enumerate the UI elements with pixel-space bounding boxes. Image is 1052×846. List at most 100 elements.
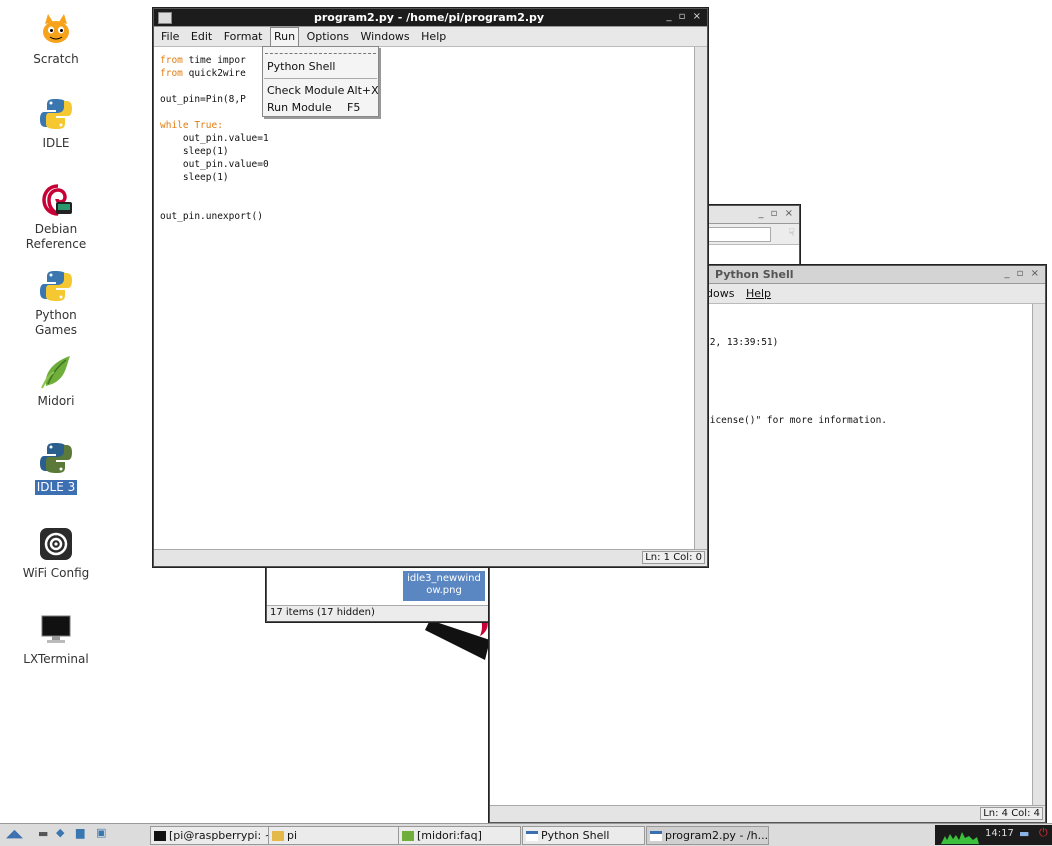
taskbar-button-midori[interactable]: [midori:faq] (398, 826, 521, 845)
menu-item-python-shell[interactable]: Python Shell (263, 58, 378, 75)
menu-item-run-module[interactable]: Run Module F5 (263, 99, 378, 116)
editor-scrollbar[interactable] (694, 47, 707, 549)
browser-window[interactable]: _ ▫ × ☟ (700, 205, 800, 269)
minimize-all-icon[interactable]: ▬ (38, 827, 48, 840)
cursor-position: Ln: 4 Col: 4 (980, 807, 1043, 820)
window-controls[interactable]: _ ▫ × (758, 208, 795, 219)
editor-statusbar: Ln: 1 Col: 0 (154, 549, 707, 566)
file-manager-window[interactable]: idle3_newwind ow.png 17 items (17 hidden) (266, 560, 492, 622)
folder-icon[interactable]: ▆ (76, 826, 84, 839)
desktop-icon-idle-3[interactable]: IDLE 3 (16, 440, 96, 495)
code-line: sleep(1) (160, 145, 269, 158)
menu-options[interactable]: Options (303, 27, 353, 46)
code-text: out_pin.unexport() (160, 211, 263, 222)
desktop-icon-wifi-config[interactable]: WiFi Config (16, 526, 96, 581)
taskbar-button-label: [pi@raspberrypi: ~] (169, 829, 269, 842)
code-keyword: from (160, 68, 183, 79)
menu-help[interactable]: Help (742, 284, 775, 303)
menu-run[interactable]: Run (270, 27, 300, 46)
tear-off-line[interactable] (265, 47, 376, 54)
menu-item-label: Check Module (267, 84, 345, 97)
browser-toolbar: ☟ (701, 224, 799, 245)
address-bar[interactable] (705, 227, 771, 242)
menu-item-check-module[interactable]: Check Module Alt+X (263, 82, 379, 99)
window-controls[interactable]: _ ▫ × (1004, 268, 1041, 279)
python-icon (38, 96, 74, 132)
desktop-icon-label: Scratch (33, 52, 79, 66)
desktop-icon-debian-reference[interactable]: Debian Reference (16, 182, 96, 252)
desktop-icon-label: Python Games (16, 308, 96, 338)
desktop-icon-midori[interactable]: Midori (16, 354, 96, 409)
desktop-icon-label: IDLE (42, 136, 70, 150)
code-text: out_pin.value=1 (160, 133, 269, 144)
cpu-monitor-icon (941, 832, 979, 844)
desktop-icon-lxterminal[interactable]: LXTerminal (16, 612, 96, 667)
code-line: out_pin=Pin(8,P (160, 93, 269, 106)
editor-window[interactable]: program2.py - /home/pi/program2.py _ ▫ ×… (153, 8, 708, 567)
code-text: time impor (182, 55, 246, 66)
midori-icon (402, 831, 414, 841)
file-manager-statusbar: 17 items (17 hidden) (267, 605, 491, 621)
file-manager-launcher-icon[interactable]: ◆ (56, 826, 64, 839)
desktop-icon-idle[interactable]: IDLE (16, 96, 96, 151)
menu-format[interactable]: Format (220, 27, 267, 46)
browser-titlebar[interactable]: _ ▫ × (701, 206, 799, 224)
code-keyword: while True: (160, 120, 223, 131)
desktop-switch-icon[interactable]: ▣ (96, 826, 106, 839)
desktop: { "desktop": { "icons": [ {"label": "Scr… (0, 0, 1052, 846)
shell-scrollbar[interactable] (1032, 304, 1045, 805)
debian-icon (38, 182, 74, 218)
taskbar-button-label: [midori:faq] (417, 829, 482, 842)
taskbar: ◢◣ ▬ ◆ ▆ ▣ [pi@raspberrypi: ~] pi [midor… (0, 823, 1052, 846)
run-menu-dropdown: Python Shell Check Module Alt+X Run Modu… (262, 46, 379, 117)
code-text: sleep(1) (160, 172, 229, 183)
desktop-icon-label: IDLE 3 (34, 480, 78, 495)
window-controls[interactable]: _ ▫ × (666, 11, 703, 22)
code-keyword: from (160, 55, 183, 66)
editor-menubar: File Edit Format Run Options Windows Hel… (154, 27, 707, 47)
shell-title: Python Shell (715, 268, 794, 281)
taskbar-button-terminal[interactable]: [pi@raspberrypi: ~] (150, 826, 269, 845)
taskbar-button-program2[interactable]: program2.py - /h... (646, 826, 769, 845)
file-item-label-line2: ow.png (426, 585, 462, 596)
system-tray: 14:17 ▬ ⏻ (935, 825, 1052, 845)
terminal-icon (38, 612, 74, 648)
menu-launcher-icon[interactable]: ◢◣ (6, 827, 23, 840)
code-line: from time impor (160, 54, 269, 67)
python-icon (38, 268, 74, 304)
menu-help[interactable]: Help (417, 27, 450, 46)
desktop-icon-label-line2: Reference (25, 237, 87, 251)
desktop-icon-label: Midori (37, 394, 75, 408)
menu-edit[interactable]: Edit (187, 27, 216, 46)
taskbar-button-pi[interactable]: pi (268, 826, 399, 845)
clock: 14:17 (985, 828, 1014, 839)
desktop-icon-python-games[interactable]: Python Games (16, 268, 96, 338)
file-item[interactable]: idle3_newwind ow.png (403, 571, 485, 601)
editor-titlebar[interactable]: program2.py - /home/pi/program2.py _ ▫ × (154, 9, 707, 27)
power-icon[interactable]: ⏻ (1039, 826, 1048, 840)
code-line: out_pin.unexport() (160, 210, 269, 223)
editor-title: program2.py - /home/pi/program2.py (314, 11, 545, 24)
menu-item-shortcut: F5 (347, 101, 361, 114)
hand-icon[interactable]: ☟ (788, 226, 795, 239)
file-item-label-line1: idle3_newwind (407, 573, 481, 584)
menu-separator (264, 78, 377, 79)
code-line: while True: (160, 119, 269, 132)
desktop-icon-label: LXTerminal (23, 652, 89, 666)
desktop-icon-scratch[interactable]: Scratch (16, 12, 96, 67)
menu-file[interactable]: File (157, 27, 183, 46)
cursor-position: Ln: 1 Col: 0 (642, 551, 705, 564)
shell-output[interactable]: 12, 13:39:51) license()" for more inform… (704, 310, 887, 453)
code-text: sleep(1) (160, 146, 229, 157)
screen-lock-icon[interactable]: ▬ (1019, 827, 1029, 840)
code-editor[interactable]: from time impor from quick2wire out_pin=Pi… (160, 54, 269, 223)
shell-line: 12, 13:39:51) (704, 337, 779, 348)
desktop-icon-label-line1: Debian (34, 222, 78, 236)
taskbar-button-python-shell[interactable]: Python Shell (522, 826, 645, 845)
desktop-icon-label: WiFi Config (22, 566, 90, 580)
code-line: sleep(1) (160, 171, 269, 184)
menu-windows[interactable]: Windows (357, 27, 414, 46)
